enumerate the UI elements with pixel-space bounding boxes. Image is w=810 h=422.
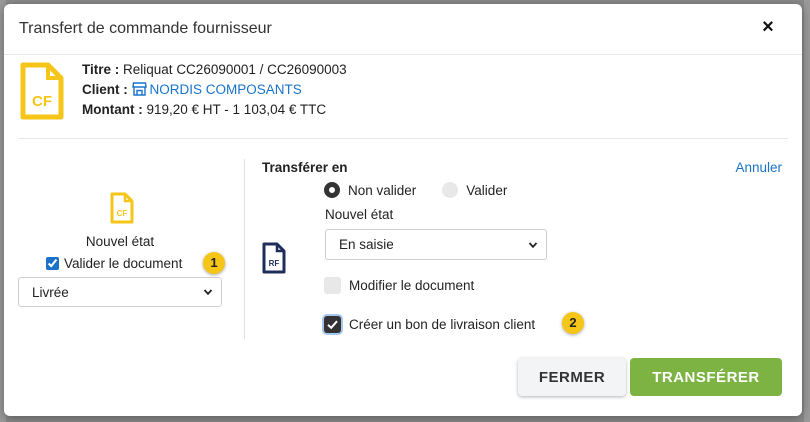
source-state-value: Livrée (32, 284, 69, 300)
supplier-order-document-icon: CF (20, 62, 64, 120)
backdrop (804, 0, 810, 422)
source-document-panel: CF Nouvel état Valider le document 1 Liv… (18, 154, 225, 339)
chevron-down-icon (528, 241, 538, 248)
create-delivery-label[interactable]: Créer un bon de livraison client (349, 317, 535, 332)
target-state-select[interactable]: En saisie (325, 229, 547, 260)
title-label: Titre : (82, 62, 120, 77)
doc-icon-text: CF (32, 93, 52, 110)
modal-header: Transfert de commande fournisseur × (4, 4, 802, 55)
doc-icon-text: RF (269, 259, 280, 268)
new-state-label: Nouvel état (85, 234, 155, 249)
modify-document-label[interactable]: Modifier le document (349, 278, 474, 293)
client-line: Client : NORDIS COMPOSANTS (82, 80, 347, 100)
receipt-document-icon: RF (262, 242, 286, 274)
client-label: Client : (82, 82, 128, 97)
radio-non-valider[interactable] (324, 182, 340, 198)
amount-label: Montant : (82, 102, 143, 117)
target-state-value: En saisie (339, 237, 394, 252)
title-value: Reliquat CC26090001 / CC26090003 (123, 62, 347, 77)
client-link[interactable]: NORDIS COMPOSANTS (131, 82, 302, 97)
doc-icon-text: CF (117, 209, 128, 218)
create-delivery-checkbox[interactable] (324, 316, 341, 333)
amount-value: 919,20 € HT - 1 103,04 € TTC (146, 102, 327, 117)
modify-document-checkbox[interactable] (324, 277, 341, 294)
chevron-down-icon (203, 289, 213, 296)
transfer-modal: Transfert de commande fournisseur × CF T… (4, 4, 802, 416)
radio-valider[interactable] (442, 182, 459, 198)
order-info: CF Titre : Reliquat CC26090001 / CC26090… (18, 56, 788, 139)
transfer-to-title: Transférer en (262, 160, 348, 175)
supplier-order-document-icon: CF (110, 192, 134, 224)
shop-icon (131, 82, 147, 96)
amount-line: Montant : 919,20 € HT - 1 103,04 € TTC (82, 100, 347, 120)
validate-document-row: Valider le document (46, 256, 182, 271)
order-info-lines: Titre : Reliquat CC26090001 / CC26090003… (82, 60, 347, 120)
modify-document-row: Modifier le document (324, 277, 474, 294)
column-divider (244, 159, 245, 339)
transfer-button[interactable]: TRANSFÉRER (630, 358, 782, 396)
radio-valider-label[interactable]: Valider (466, 183, 507, 198)
source-state-select[interactable]: Livrée (18, 277, 222, 307)
target-state-label: Nouvel état (325, 207, 394, 222)
step-badge-2: 2 (562, 312, 584, 334)
radio-non-valider-label[interactable]: Non valider (348, 183, 416, 198)
step-badge-1: 1 (203, 252, 225, 274)
validation-radio-group: Non valider Valider (324, 182, 533, 198)
validate-document-label[interactable]: Valider le document (64, 256, 182, 271)
create-delivery-row: Créer un bon de livraison client (324, 316, 535, 333)
cancel-link[interactable]: Annuler (735, 160, 782, 175)
title-line: Titre : Reliquat CC26090001 / CC26090003 (82, 60, 347, 80)
close-icon[interactable]: × (758, 17, 778, 37)
close-button[interactable]: FERMER (518, 358, 626, 396)
validate-document-checkbox[interactable] (46, 257, 59, 270)
check-icon (327, 320, 338, 330)
client-value: NORDIS COMPOSANTS (149, 82, 302, 97)
modal-title: Transfert de commande fournisseur (19, 20, 272, 37)
